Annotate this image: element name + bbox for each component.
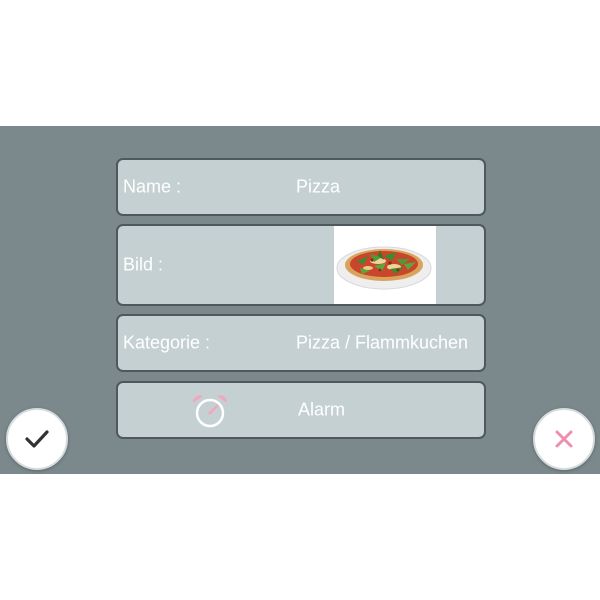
confirm-button[interactable]: [6, 408, 68, 470]
name-row[interactable]: Name : Pizza: [116, 158, 486, 216]
category-row[interactable]: Kategorie : Pizza / Flammkuchen: [116, 314, 486, 372]
name-value[interactable]: Pizza: [296, 177, 340, 198]
image-row[interactable]: Bild :: [116, 224, 486, 306]
name-label: Name :: [123, 176, 182, 197]
alarm-row[interactable]: Alarm: [116, 381, 486, 439]
page: Name : Pizza Bild : Kategorie: Pizza / …: [0, 0, 600, 600]
close-icon: [555, 430, 573, 448]
image-label: Bild :: [123, 254, 164, 275]
pizza-image[interactable]: [334, 226, 436, 304]
alarm-clock-icon: [192, 395, 228, 428]
cancel-button[interactable]: [533, 408, 595, 470]
checkmark-icon: [25, 430, 49, 448]
pizza-illustration: [336, 246, 432, 290]
category-label: Kategorie :: [123, 332, 211, 353]
category-value[interactable]: Pizza / Flammkuchen: [296, 333, 468, 354]
alarm-label: Alarm: [298, 399, 346, 420]
